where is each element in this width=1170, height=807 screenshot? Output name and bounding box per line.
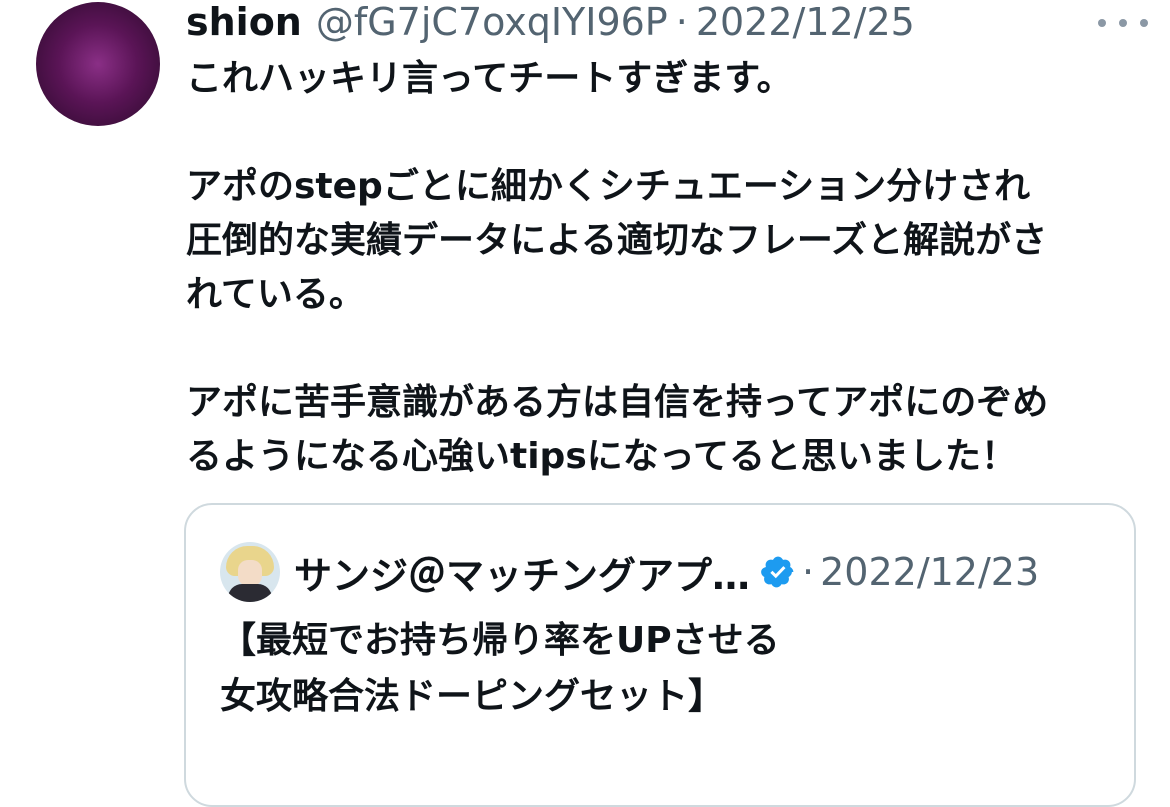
quoted-line: 女攻略合法ドーピングセット】 bbox=[220, 676, 725, 717]
quoted-display-name: サンジ＠マッチングアプ… bbox=[294, 553, 751, 598]
avatar[interactable] bbox=[36, 2, 160, 126]
display-name[interactable]: shion bbox=[186, 0, 302, 44]
more-dot bbox=[1140, 19, 1148, 27]
tweet-line: るようになる心強いtipsになってると思いました！ bbox=[186, 436, 1017, 477]
verified-badge-icon bbox=[761, 556, 794, 588]
quoted-separator: · bbox=[802, 550, 815, 594]
user-handle[interactable]: @fG7jC7oxqIYI96P bbox=[316, 0, 668, 44]
header-separator: · bbox=[675, 0, 688, 44]
quoted-header: サンジ＠マッチングアプ… · 2022/12/23 bbox=[220, 541, 1039, 603]
quoted-date: 2022/12/23 bbox=[820, 550, 1040, 594]
quoted-line: 【最短でお持ち帰り率をUPさせる bbox=[220, 620, 780, 661]
tweet-line: これハッキリ言ってチートすぎます。 bbox=[186, 58, 793, 99]
line-break bbox=[186, 106, 1146, 160]
tweet-line: れている。 bbox=[186, 274, 365, 315]
quoted-avatar bbox=[220, 542, 280, 602]
tweet-line: アポのstepごとに細かくシチュエーション分けされ bbox=[186, 166, 1031, 207]
line-break bbox=[186, 322, 1146, 376]
avatar-face bbox=[238, 560, 262, 586]
tweet-date[interactable]: 2022/12/25 bbox=[696, 0, 915, 44]
tweet-header: shion @fG7jC7oxqIYI96P · 2022/12/25 bbox=[186, 0, 1110, 44]
tweet-text: これハッキリ言ってチートすぎます。 アポのstepごとに細かくシチュエーション分… bbox=[186, 52, 1146, 484]
tweet-line: アポに苦手意識がある方は自信を持ってアポにのぞめ bbox=[186, 382, 1049, 423]
more-dot bbox=[1119, 19, 1127, 27]
quoted-tweet-card[interactable]: サンジ＠マッチングアプ… · 2022/12/23 【最短でお持ち帰り率をUPさ… bbox=[184, 503, 1136, 807]
more-dot bbox=[1098, 19, 1106, 27]
quoted-text: 【最短でお持ち帰り率をUPさせる 女攻略合法ドーピングセット】 bbox=[220, 613, 1100, 725]
avatar-suit bbox=[228, 584, 272, 602]
more-options-icon[interactable] bbox=[1098, 8, 1148, 38]
tweet-line: 圧倒的な実績データによる適切なフレーズと解説がさ bbox=[186, 220, 1048, 261]
